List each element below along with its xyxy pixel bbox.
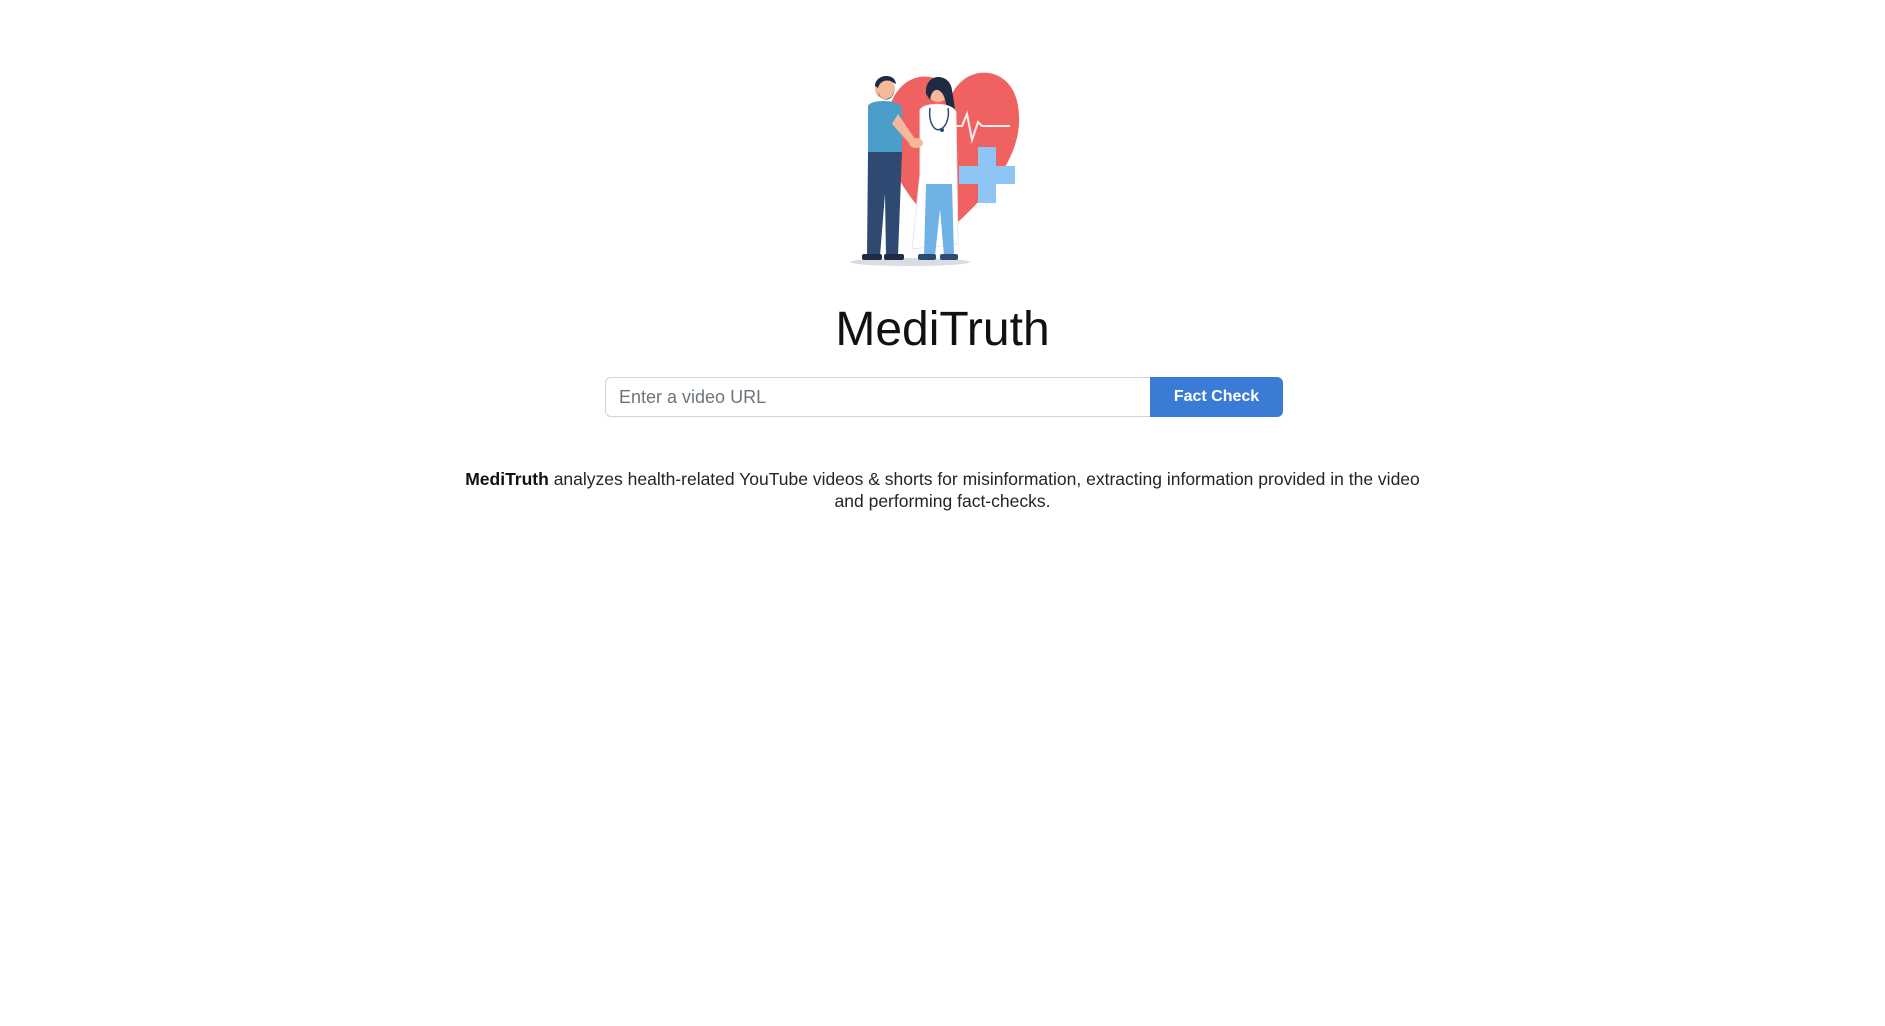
doctor-shoe-left	[918, 254, 936, 260]
doctor-patient-heart-illustration	[850, 72, 1020, 266]
holding-hands	[909, 138, 923, 148]
description-brand: MediTruth	[465, 469, 549, 489]
page-title: MediTruth	[835, 303, 1050, 356]
cross-horizontal	[959, 166, 1015, 184]
hero-illustration	[840, 44, 1050, 269]
patient-pants	[867, 152, 902, 256]
fact-check-button[interactable]: Fact Check	[1150, 377, 1283, 417]
description-text: MediTruth analyzes health-related YouTub…	[460, 468, 1425, 512]
search-form: Fact Check	[605, 377, 1283, 417]
stethoscope-end	[940, 128, 944, 132]
description-body: analyzes health-related YouTube videos &…	[548, 469, 1420, 511]
patient-shoe-right	[884, 254, 904, 260]
video-url-input[interactable]	[605, 377, 1150, 417]
page: MediTruth Fact Check MediTruth analyzes …	[0, 0, 1885, 1026]
patient-shoe-left	[862, 254, 882, 260]
doctor-shoe-right	[940, 254, 958, 260]
